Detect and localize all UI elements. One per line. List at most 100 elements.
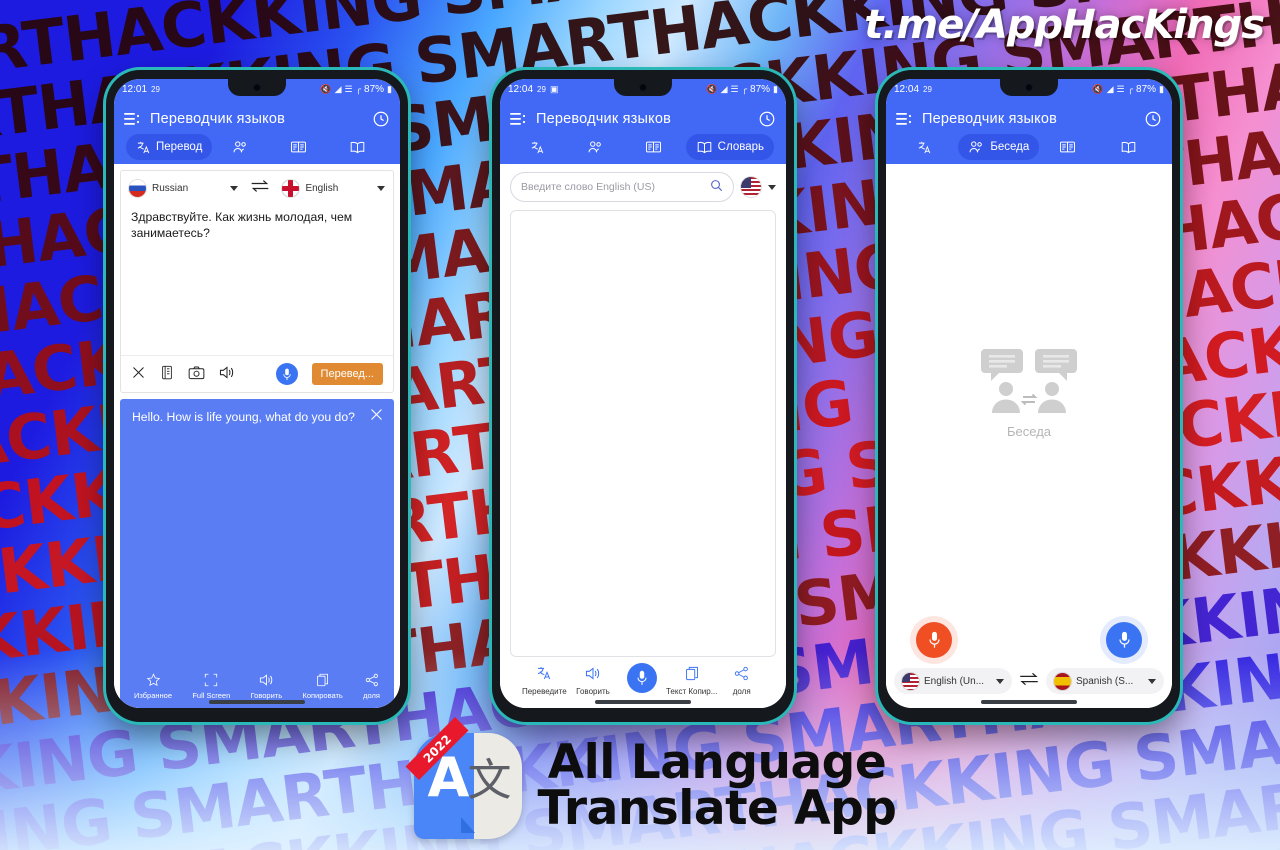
speaker-icon[interactable]	[219, 365, 235, 383]
tab-conversation[interactable]	[214, 134, 271, 160]
history-clock-icon[interactable]	[372, 110, 390, 128]
tab-conversation[interactable]: Беседа	[958, 134, 1040, 160]
copy-icon	[316, 673, 329, 689]
share-icon	[734, 666, 749, 684]
status-temperature: 29	[151, 85, 160, 94]
phone3-home-indicator	[981, 700, 1077, 704]
mic-icon[interactable]	[916, 622, 952, 658]
search-icon[interactable]	[710, 179, 723, 195]
tab-conversation-label: Беседа	[990, 141, 1030, 153]
phone-mockup-translate: 12:01 29 🔇 ◢ ☰ ╭ 87% ▮ Переводчик языков	[106, 70, 408, 722]
left-flag-icon	[902, 672, 919, 690]
speak-action[interactable]: Говорить	[250, 673, 283, 700]
conversation-mic-row	[886, 622, 1172, 668]
dictionary-language-flag-icon[interactable]	[741, 177, 761, 197]
speaker-icon	[585, 666, 601, 684]
bottomnav-share[interactable]: доля	[717, 666, 766, 696]
phone1-tabbar: Перевод	[124, 134, 390, 164]
tab-phrasebook[interactable]	[628, 134, 684, 160]
source-language-dropdown-icon[interactable]	[230, 185, 239, 191]
tab-translate[interactable]	[898, 134, 956, 160]
page-title: Переводчик языков	[150, 111, 285, 127]
app-icon: A 文 2022	[405, 717, 522, 839]
bottomnav-translate[interactable]: Переведите	[520, 665, 569, 696]
tab-translate[interactable]	[512, 134, 568, 160]
swap-arrows-icon[interactable]	[1018, 672, 1040, 690]
status-battery: 87%	[364, 84, 385, 95]
source-language-name[interactable]: Russian	[152, 183, 188, 194]
tab-phrasebook[interactable]	[273, 134, 330, 160]
status-temperature: 29	[923, 85, 932, 94]
tab-dictionary[interactable]	[331, 134, 388, 160]
tab-dictionary[interactable]	[1102, 134, 1160, 160]
close-icon[interactable]	[131, 365, 146, 383]
camera-icon[interactable]	[188, 366, 205, 383]
dictionary-language-dropdown-icon[interactable]	[768, 184, 776, 190]
phone1-home-indicator	[209, 700, 305, 704]
mic-icon[interactable]	[1106, 622, 1142, 658]
tab-translate[interactable]: Перевод	[126, 134, 213, 160]
conversation-left-language[interactable]: English (Un...	[894, 668, 1012, 694]
signal-bars-icon: ╭	[355, 84, 362, 94]
bottomnav-share-label: доля	[732, 687, 751, 696]
page-title: Переводчик языков	[536, 111, 671, 127]
speak-label: Говорить	[250, 691, 283, 700]
search-input[interactable]: Введите слово English (US)	[510, 172, 734, 202]
signal-icon: ☰	[344, 84, 353, 94]
target-language-name[interactable]: English	[305, 183, 338, 194]
target-language-dropdown-icon[interactable]	[377, 185, 385, 191]
menu-icon[interactable]	[896, 112, 912, 126]
left-language-dropdown-icon[interactable]	[996, 678, 1004, 684]
status-time: 12:04	[894, 84, 920, 95]
fullscreen-action[interactable]: Full Screen	[192, 673, 230, 700]
copy-label: Копировать	[302, 691, 343, 700]
phone1-notch	[228, 79, 286, 96]
menu-icon[interactable]	[124, 112, 140, 126]
tab-phrasebook[interactable]	[1041, 134, 1099, 160]
mute-icon: 🔇	[706, 84, 718, 94]
translation-result-card: Hello. How is life young, what do you do…	[120, 399, 394, 708]
share-icon	[365, 673, 379, 689]
conversation-empty-state: Беседа	[886, 164, 1172, 622]
battery-icon: ▮	[773, 84, 778, 94]
copy-action[interactable]: Копировать	[302, 673, 343, 700]
status-temperature: 29	[537, 85, 546, 94]
banner-title-line1: All Language	[547, 734, 887, 790]
search-placeholder: Введите слово English (US)	[521, 181, 655, 193]
mute-icon: 🔇	[320, 84, 332, 94]
paste-icon[interactable]	[160, 365, 174, 383]
translate-button[interactable]: Перевед...	[311, 363, 383, 385]
bottomnav-mic[interactable]	[617, 663, 666, 696]
signal-icon: ☰	[1116, 84, 1125, 94]
tab-conversation[interactable]	[570, 134, 626, 160]
conversation-right-language[interactable]: Spanish (S...	[1046, 668, 1164, 694]
mic-icon[interactable]	[626, 663, 657, 693]
bottomnav-copy[interactable]: Текст Копир...	[666, 666, 717, 696]
source-text-area[interactable]: Здравствуйте. Как жизнь молодая, чем зан…	[121, 205, 393, 355]
close-icon[interactable]	[369, 407, 384, 426]
conversation-placeholder-icon	[977, 347, 1081, 422]
translate-icon	[536, 665, 552, 684]
battery-icon: ▮	[387, 84, 392, 94]
right-language-dropdown-icon[interactable]	[1148, 678, 1156, 684]
phone-mockup-conversation: 12:04 29 🔇 ◢ ☰ ╭ 87% ▮ Переводчик языков	[878, 70, 1180, 722]
tab-translate-label: Перевод	[156, 141, 203, 153]
left-language-name: English (Un...	[924, 675, 985, 687]
history-clock-icon[interactable]	[758, 110, 776, 128]
bottomnav-copy-label: Текст Копир...	[665, 687, 718, 696]
favorite-label: Избранное	[134, 691, 173, 700]
favorite-action[interactable]: Избранное	[134, 673, 172, 700]
share-action[interactable]: доля	[363, 673, 380, 700]
phone3-body: Беседа English (Un... Spanish (S...	[886, 164, 1172, 708]
tab-dictionary[interactable]: Словарь	[685, 134, 774, 160]
swap-arrows-icon[interactable]	[250, 179, 270, 197]
telegram-handle: t.me/AppHacKings	[864, 2, 1265, 48]
menu-icon[interactable]	[510, 112, 526, 126]
source-text-value: Здравствуйте. Как жизнь молодая, чем зан…	[131, 210, 353, 240]
history-clock-icon[interactable]	[1144, 110, 1162, 128]
mic-icon[interactable]	[275, 363, 298, 385]
phone3-screen: 12:04 29 🔇 ◢ ☰ ╭ 87% ▮ Переводчик языков	[886, 79, 1172, 708]
phone2-body: Введите слово English (US) Переведите Го…	[500, 164, 786, 708]
bottomnav-speak[interactable]: Говорить	[569, 666, 618, 696]
dictionary-results-panel	[510, 210, 776, 657]
